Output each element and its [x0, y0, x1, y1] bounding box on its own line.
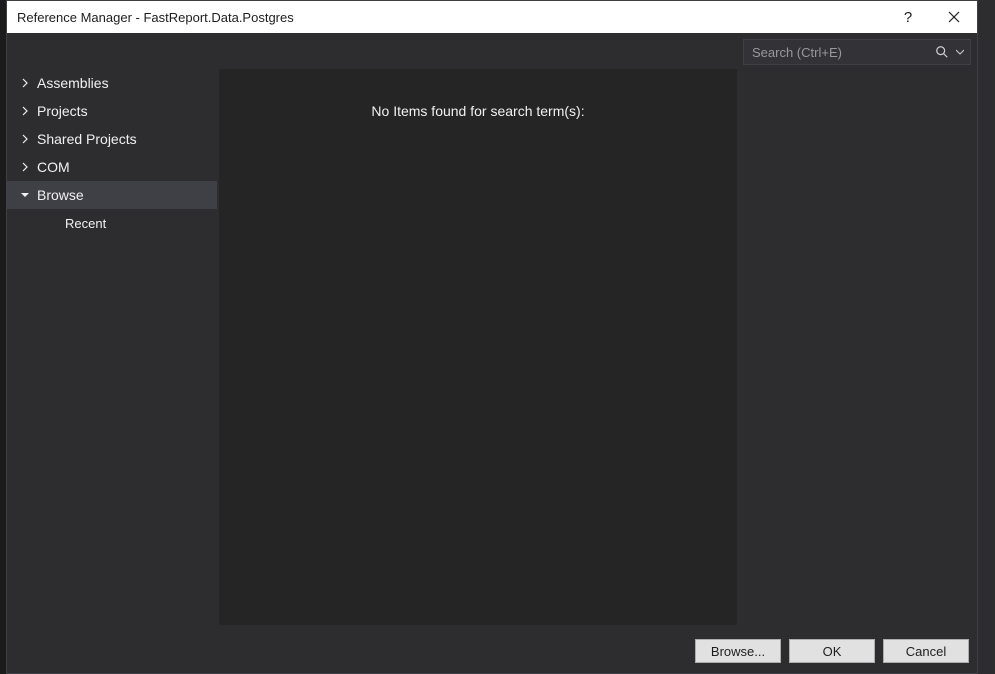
main-row: Assemblies Projects Shared Projects: [7, 65, 977, 631]
search-dropdown[interactable]: [954, 42, 966, 62]
browse-button[interactable]: Browse...: [695, 639, 781, 663]
ok-button[interactable]: OK: [789, 639, 875, 663]
sidebar-item-browse[interactable]: Browse: [7, 181, 217, 209]
window-title: Reference Manager - FastReport.Data.Post…: [17, 10, 885, 25]
chevron-down-icon: [19, 189, 31, 201]
chevron-right-icon: [19, 161, 31, 173]
top-row: [7, 33, 977, 65]
button-row: Browse... OK Cancel: [7, 631, 977, 673]
sidebar-item-label: Assemblies: [37, 75, 109, 91]
search-box[interactable]: [743, 39, 971, 65]
cancel-button[interactable]: Cancel: [883, 639, 969, 663]
sidebar-item-label: Projects: [37, 103, 88, 119]
sidebar-item-shared-projects[interactable]: Shared Projects: [7, 125, 217, 153]
sidebar-item-recent[interactable]: Recent: [7, 209, 217, 237]
sidebar-item-label: Browse: [37, 187, 84, 203]
search-icon: [935, 45, 949, 59]
results-panel: No Items found for search term(s):: [219, 69, 737, 625]
close-icon: [948, 11, 960, 23]
sidebar-item-assemblies[interactable]: Assemblies: [7, 69, 217, 97]
sidebar-item-label: Recent: [65, 216, 106, 231]
close-button[interactable]: [931, 1, 977, 33]
chevron-right-icon: [19, 105, 31, 117]
help-button[interactable]: ?: [885, 1, 931, 33]
reference-manager-dialog: Reference Manager - FastReport.Data.Post…: [6, 0, 978, 674]
sidebar-item-label: COM: [37, 159, 70, 175]
dialog-body: Assemblies Projects Shared Projects: [7, 33, 977, 673]
background-stripe: [977, 0, 995, 674]
search-icon-button[interactable]: [932, 42, 952, 62]
empty-message: No Items found for search term(s):: [371, 103, 584, 625]
sidebar-item-label: Shared Projects: [37, 131, 137, 147]
chevron-down-icon: [956, 49, 964, 55]
titlebar: Reference Manager - FastReport.Data.Post…: [7, 1, 977, 33]
sidebar-item-com[interactable]: COM: [7, 153, 217, 181]
chevron-right-icon: [19, 77, 31, 89]
search-input[interactable]: [752, 45, 932, 60]
sidebar-item-projects[interactable]: Projects: [7, 97, 217, 125]
sidebar: Assemblies Projects Shared Projects: [7, 65, 217, 631]
details-panel: [743, 69, 971, 625]
chevron-right-icon: [19, 133, 31, 145]
